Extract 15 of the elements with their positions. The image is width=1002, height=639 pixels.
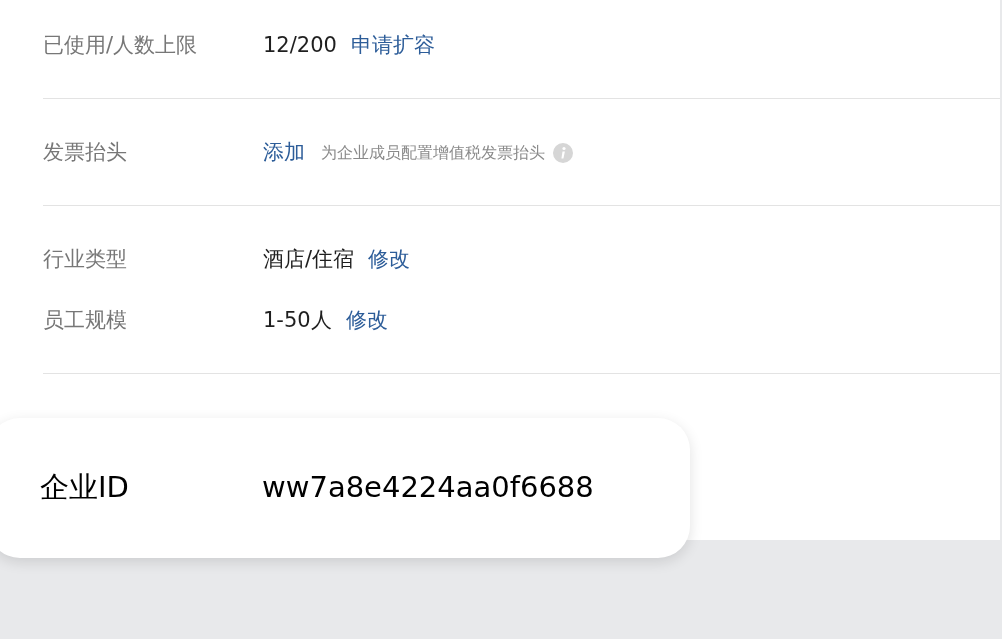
field-label: 员工规模	[43, 307, 128, 335]
action-link[interactable]: 申请扩容	[350, 30, 435, 62]
field-value: 12/200	[263, 32, 337, 60]
field-value: 酒店/住宿	[263, 246, 355, 274]
id-value: ww7a8e4224aa0f6688	[262, 469, 594, 507]
field-value: 1-50人	[263, 307, 332, 335]
hint-text: 为企业成员配置增值税发票抬头	[321, 142, 545, 164]
action-link[interactable]: 修改	[368, 244, 411, 276]
action-link[interactable]: 添加	[263, 137, 305, 169]
action-link[interactable]: 修改	[345, 305, 388, 337]
id-label: 企业ID	[40, 469, 130, 507]
field-label: 已使用/人数上限	[43, 32, 199, 60]
field-label: 发票抬头	[43, 139, 128, 167]
info-icon[interactable]	[553, 143, 573, 163]
field-label: 行业类型	[43, 246, 128, 274]
